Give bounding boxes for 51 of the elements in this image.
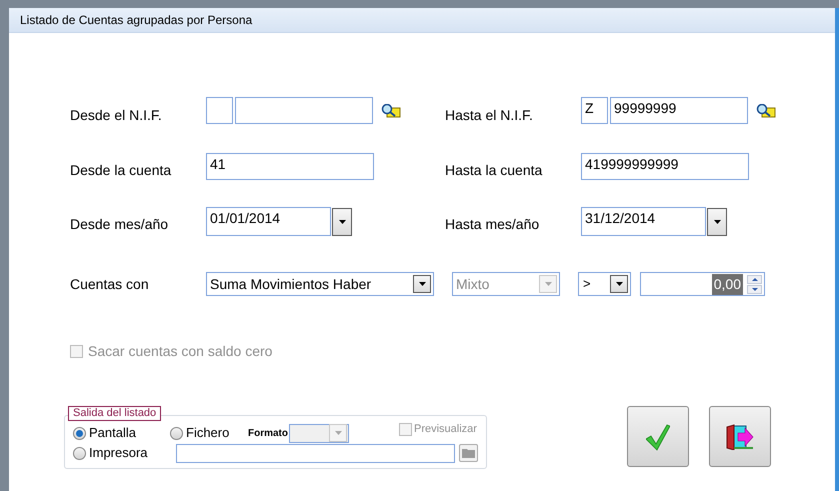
filter-label: Cuentas con (70, 274, 150, 294)
dropdown-button[interactable] (610, 275, 628, 293)
output-group-legend: Salida del listado (68, 406, 162, 421)
date-label: Hasta mes/año (445, 215, 540, 234)
preview-label: Previsualizar (414, 422, 477, 437)
amount-field[interactable]: 0,00 (640, 272, 765, 296)
caret-icon (418, 282, 426, 286)
search-icon[interactable] (756, 104, 776, 118)
operator-dropdown[interactable]: > (578, 272, 631, 296)
caret-icon (544, 282, 552, 286)
nif-letter-field[interactable] (206, 97, 233, 124)
format-label: Formato (248, 426, 289, 440)
accept-button[interactable] (627, 406, 689, 467)
zero-balance-label: Sacar cuentas con saldo cero (88, 342, 272, 361)
file-path-field[interactable] (176, 444, 456, 462)
caret-icon (714, 220, 720, 224)
account-field[interactable]: 419999999999 (581, 153, 749, 180)
folder-icon (462, 448, 475, 458)
nif-label: Hasta el N.I.F. (445, 106, 534, 125)
date-label: Desde mes/año (70, 215, 170, 234)
caret-icon (338, 220, 346, 224)
up-arrow-icon (752, 278, 758, 280)
account-label: Hasta la cuenta (445, 161, 544, 180)
dropdown-button[interactable] (332, 208, 352, 236)
dropdown-button[interactable] (413, 275, 431, 293)
folder-button[interactable] (459, 444, 478, 462)
down-arrow-icon (752, 288, 758, 290)
dropdown-button[interactable] (707, 208, 727, 236)
filter-field-dropdown[interactable]: Suma Movimientos Haber (206, 272, 434, 296)
nif-number-field[interactable] (235, 97, 373, 124)
radio-button[interactable] (170, 426, 183, 440)
radio-button[interactable] (73, 426, 86, 440)
exit-button[interactable] (709, 406, 771, 467)
date-field[interactable]: 01/01/2014 (206, 207, 331, 236)
door-exit-icon (726, 424, 754, 450)
caret-icon (334, 431, 342, 435)
radio-label: Impresora (89, 444, 148, 462)
caret-icon (616, 282, 622, 286)
search-icon[interactable] (381, 104, 401, 118)
account-field[interactable]: 41 (206, 153, 374, 180)
account-label: Desde la cuenta (70, 161, 172, 180)
nif-letter-field[interactable]: Z (581, 97, 608, 124)
nif-label: Desde el N.I.F. (70, 106, 163, 125)
spinner-control[interactable] (747, 274, 762, 294)
nif-number-field[interactable]: 99999999 (610, 97, 748, 124)
date-field[interactable]: 31/12/2014 (581, 207, 706, 236)
radio-label: Fichero (186, 424, 230, 442)
checkmark-icon (646, 422, 670, 452)
radio-label: Pantalla (89, 424, 136, 442)
window-title: Listado de Cuentas agrupadas por Persona (9, 8, 835, 33)
radio-button[interactable] (73, 446, 86, 460)
